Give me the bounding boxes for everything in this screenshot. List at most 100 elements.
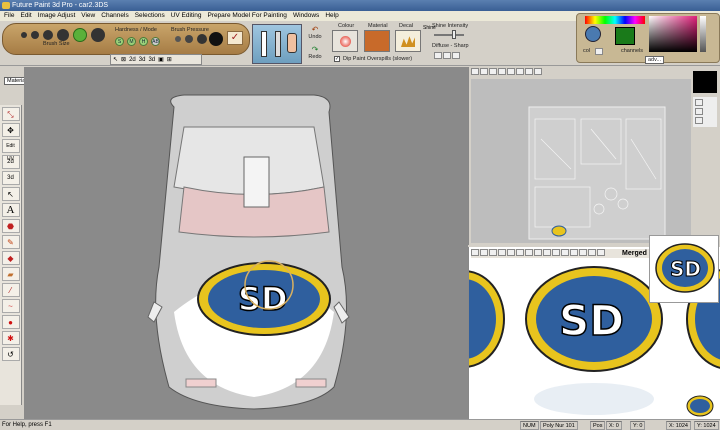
arrow-tool-icon[interactable]: ↖ (113, 55, 118, 64)
title-bar: Future Paint 3d Pro - car2.3DS (0, 0, 720, 11)
paint-mode-panel[interactable] (252, 24, 302, 64)
toolrow-2d[interactable]: 2d (129, 55, 136, 64)
eraser-icon[interactable]: ▰ (1, 267, 20, 281)
brush-size-selected[interactable] (73, 28, 87, 42)
diffuse-sharp-label: Diffuse - Sharp (432, 43, 469, 49)
red-dot-icon (339, 36, 351, 47)
uv-plus-icon[interactable] (525, 68, 533, 75)
brush-size-dot-2[interactable] (31, 31, 39, 39)
menu-selections[interactable]: Selections (135, 11, 165, 21)
brush-icon[interactable]: ✎ (1, 235, 20, 249)
color-wheel-icon[interactable] (585, 26, 601, 42)
adv-button[interactable]: adv... (645, 56, 665, 64)
pressure-dot-4[interactable] (209, 32, 223, 46)
uv-scale-icon[interactable] (489, 68, 497, 75)
toolrow-3d-alt[interactable]: 3d (148, 55, 155, 64)
color-panel: col channels adv... (576, 13, 720, 64)
brush-check-icon[interactable]: ✓ (227, 31, 243, 45)
slider-thumb[interactable] (452, 30, 456, 39)
decal-icon (401, 36, 415, 47)
saturation-square[interactable] (649, 16, 697, 52)
merged-label: Merged (622, 250, 647, 257)
grid-icon[interactable]: ⊞ (167, 55, 172, 64)
diffuse-checkboxes[interactable] (434, 52, 464, 59)
shine-intensity-label: Shine Intensity (432, 23, 469, 29)
smudge-icon[interactable]: ~ (1, 299, 20, 313)
uv-move-icon[interactable] (480, 68, 488, 75)
select-arrow-icon[interactable]: ↖ (1, 187, 20, 201)
uv-editor-pane (468, 67, 720, 245)
menu-image-adjust[interactable]: Image Adjust (38, 11, 76, 21)
eyedropper-icon[interactable]: ⁄ (1, 283, 20, 297)
decal-swatch[interactable] (395, 30, 421, 52)
uv-fit-icon[interactable] (534, 68, 542, 75)
uv-preview-black (693, 71, 717, 93)
colour-swatch[interactable] (332, 30, 358, 52)
window-title: Future Paint 3d Pro - car2.3DS (12, 2, 109, 9)
brush-size-dot-1[interactable] (21, 32, 27, 38)
hue-strip[interactable] (585, 16, 645, 24)
status-y: Y: 0 (630, 421, 646, 430)
menu-edit[interactable]: Edit (20, 11, 31, 21)
menu-view[interactable]: View (81, 11, 95, 21)
material-swatch[interactable] (364, 30, 390, 52)
menu-file[interactable]: File (4, 11, 14, 21)
lightness-bar[interactable] (700, 16, 706, 52)
brush-size-dot-6[interactable] (91, 28, 105, 42)
tex-close-icon[interactable] (471, 249, 479, 256)
mode-m-button[interactable]: M (127, 37, 136, 46)
overspill-label: Dip Paint Overspills (slower) (343, 56, 413, 62)
menu-channels[interactable]: Channels (101, 11, 128, 21)
brush-size-dot-4[interactable] (57, 29, 69, 41)
mode-h-button[interactable]: H (139, 37, 148, 46)
svg-text:SD: SD (670, 257, 701, 281)
texture-pane[interactable]: Merged SD SD (468, 235, 720, 419)
shine-intensity-slider[interactable] (434, 30, 464, 39)
airbrush-icon[interactable]: ● (1, 315, 20, 329)
col-checkbox[interactable] (595, 48, 603, 55)
current-color-swatch[interactable] (615, 27, 635, 45)
status-x: X: 0 (606, 421, 622, 430)
hardness-mode-label: Hardness / Mode (115, 27, 157, 33)
2d-tool[interactable]: 2d (1, 155, 20, 169)
uv-map-view[interactable] (471, 79, 691, 243)
toolrow-3d[interactable]: 3d (139, 55, 146, 64)
undo-button[interactable]: ↶ Undo (306, 25, 324, 40)
uv-minus-icon[interactable] (516, 68, 524, 75)
blur-icon[interactable]: ✱ (1, 331, 20, 345)
rotate-icon[interactable]: ⤡ (1, 107, 20, 121)
fill-icon[interactable]: ◆ (1, 251, 20, 265)
pressure-dot-3[interactable] (197, 34, 207, 44)
fingers-icon (287, 33, 297, 53)
menu-prepare-model[interactable]: Prepare Model For Painting (207, 11, 287, 21)
undo-arrow-icon: ↶ (311, 25, 319, 34)
decal-preview[interactable]: SD (649, 235, 719, 303)
bucket-icon[interactable]: ⬣ (1, 219, 20, 233)
text-tool[interactable]: A (1, 203, 20, 217)
pressure-dot-2[interactable] (185, 35, 193, 43)
curve-icon[interactable]: ↺ (1, 347, 20, 361)
uv-rotate-icon[interactable] (498, 68, 506, 75)
selection-tool-icon[interactable]: ⊠ (121, 55, 126, 64)
brush-size-label: Brush Size (43, 41, 70, 47)
pressure-dot-1[interactable] (175, 36, 181, 42)
mode-s-button[interactable]: S (115, 37, 124, 46)
tube-icon (275, 31, 281, 57)
uv-grid-icon[interactable] (507, 68, 515, 75)
camera-icon[interactable]: ▣ (158, 55, 164, 64)
status-ysize: Y: 1024 (694, 421, 719, 430)
move-icon[interactable]: ✥ (1, 123, 20, 137)
overspill-checkbox[interactable]: ✓ (334, 56, 340, 62)
uv-wireframe (528, 106, 666, 240)
uv-arrow-icon[interactable] (471, 68, 479, 75)
menu-help[interactable]: Help (325, 11, 338, 21)
brush-size-dot-3[interactable] (43, 30, 53, 40)
menu-uv-editing[interactable]: UV Editing (171, 11, 202, 21)
redo-button[interactable]: ↷ Redo (306, 45, 324, 60)
mode-ab-button[interactable]: AB (151, 37, 160, 46)
3d-viewport[interactable]: SD (24, 67, 468, 419)
brush-pressure-label: Brush Pressure (171, 27, 209, 33)
3d-tool[interactable]: 3d (1, 171, 20, 185)
edit-uv-tool[interactable]: Edit UV (1, 139, 20, 162)
menu-windows[interactable]: Windows (293, 11, 319, 21)
